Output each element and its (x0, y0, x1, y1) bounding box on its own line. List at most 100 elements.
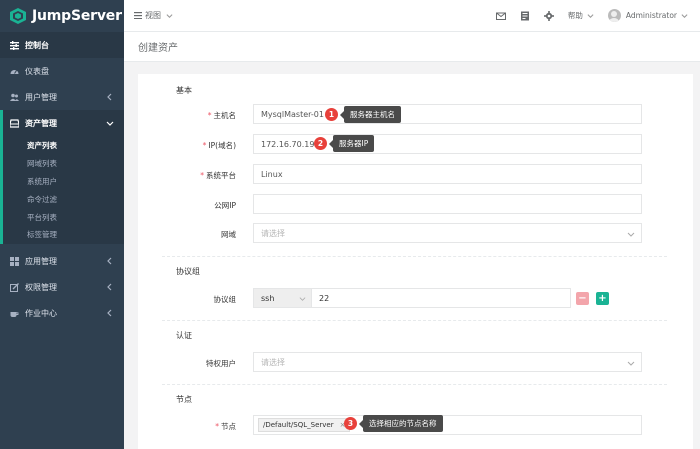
coffee-icon (10, 309, 19, 318)
top-right-tools: 帮助 Administrator (482, 9, 700, 22)
platform-select[interactable]: Linux (253, 164, 642, 184)
admin-user-select[interactable]: 请选择 (253, 352, 642, 372)
ip-label: * IP(域名) (138, 140, 236, 151)
sidebar-subitem-asset-list[interactable]: 资产列表 (3, 136, 124, 154)
node-tooltip: 选择相应的节点名称 (359, 415, 443, 432)
domain-select[interactable]: 请选择 (253, 223, 642, 243)
sidebar-item-permissions[interactable]: 权限管理 (0, 274, 124, 300)
public-ip-label: 公网IP (214, 201, 236, 210)
required-marker: * (215, 422, 219, 431)
app-logo[interactable]: JumpServer (0, 0, 124, 32)
section-divider (162, 384, 667, 385)
avatar (607, 9, 621, 22)
node-label: * 节点 (138, 421, 236, 432)
grid-icon (10, 256, 19, 266)
chevron-left-icon (107, 309, 112, 317)
app-name: JumpServer (32, 8, 122, 24)
sidebar-subitem-system-users[interactable]: 系统用户 (3, 172, 124, 190)
mail-icon[interactable] (495, 11, 506, 21)
protocol-label: 协议组 (213, 295, 237, 304)
sidebar-item-label: 用户管理 (25, 92, 57, 102)
view-menu-label: 视图 (145, 11, 161, 20)
ip-input[interactable]: 172.16.70.191 (253, 134, 642, 154)
sidebar-item-dashboard[interactable]: 仪表盘 (0, 58, 124, 84)
sidebar-subitem-command-filter[interactable]: 命令过滤 (3, 190, 124, 208)
jumpserver-logo-icon (10, 8, 26, 24)
chevron-down-icon (681, 14, 688, 18)
document-icon[interactable] (520, 11, 530, 21)
chevron-down-icon (627, 232, 635, 237)
chevron-down-icon (627, 361, 635, 366)
sidebar-item-label: 控制台 (25, 40, 49, 50)
chevron-down-icon (166, 14, 173, 18)
protocol-port-input[interactable]: 22 (312, 289, 329, 307)
platform-label: * 系统平台 (138, 170, 236, 181)
users-icon (10, 93, 19, 102)
add-protocol-button[interactable]: + (596, 292, 609, 305)
hostname-value: MysqlMaster-01 (261, 109, 324, 119)
ip-value: 172.16.70.191 (261, 139, 320, 149)
chevron-left-icon (107, 283, 112, 291)
chevron-down-icon (106, 121, 114, 126)
sidebar-item-jobs[interactable]: 作业中心 (0, 300, 124, 326)
platform-label-text: 系统平台 (206, 171, 236, 180)
protocol-select[interactable]: ssh (254, 289, 312, 307)
step-badge-1: 1 (325, 108, 338, 121)
required-marker: * (207, 111, 212, 120)
ip-label-text: IP(域名) (208, 141, 236, 150)
section-title-nodes: 节点 (176, 395, 192, 404)
sidebar-item-console[interactable]: 控制台 (0, 32, 124, 58)
top-navbar: 视图 帮助 Administrator (124, 0, 700, 32)
gear-icon[interactable] (543, 10, 554, 21)
ip-tooltip: 服务器IP (328, 135, 375, 152)
sidebar-subitem-label-manage[interactable]: 标签管理 (3, 226, 124, 244)
chevron-down-icon (299, 297, 306, 301)
gauge-icon (10, 67, 19, 76)
protocol-port-value: 22 (319, 293, 330, 303)
node-tag-label: /Default/SQL_Server (263, 421, 334, 429)
sidebar-item-label: 资产管理 (25, 118, 57, 128)
sidebar-subitem-platform-list[interactable]: 平台列表 (3, 208, 124, 226)
domain-placeholder: 请选择 (261, 228, 285, 238)
chevron-left-icon (107, 257, 112, 265)
sidebar-group-assets: 资产管理 资产列表 网域列表 系统用户 命令过滤 平台列表 标签管理 (0, 110, 124, 244)
page-title: 创建资产 (138, 43, 178, 54)
sidebar-item-label: 作业中心 (25, 308, 57, 318)
node-tag: /Default/SQL_Server × (258, 418, 351, 432)
user-name: Administrator (625, 11, 677, 20)
sidebar-item-applications[interactable]: 应用管理 (0, 248, 124, 274)
hostname-label-text: 主机名 (213, 111, 237, 120)
inbox-icon (10, 118, 19, 128)
section-title-protocols: 协议组 (176, 267, 200, 276)
help-menu[interactable]: 帮助 (568, 10, 594, 21)
chevron-left-icon (107, 93, 112, 101)
page-header: 创建资产 (124, 32, 700, 62)
sidebar-item-label: 仪表盘 (25, 66, 49, 76)
chevron-down-icon (587, 14, 594, 18)
node-multiselect[interactable]: /Default/SQL_Server × (253, 415, 642, 435)
node-label-text: 节点 (221, 422, 236, 431)
dashboard-icon (10, 40, 19, 50)
section-divider (162, 256, 667, 257)
sidebar-subitem-domain-list[interactable]: 网域列表 (3, 154, 124, 172)
admin-user-placeholder: 请选择 (261, 357, 285, 367)
section-divider (162, 320, 667, 321)
step-badge-3: 3 (344, 417, 357, 430)
sidebar: JumpServer 控制台 仪表盘 用户管理 资产管理 资产列表 网域列表 系… (0, 0, 124, 449)
hostname-input[interactable]: MysqlMaster-01 (253, 104, 642, 124)
help-label: 帮助 (567, 11, 583, 20)
public-ip-input[interactable] (253, 194, 642, 214)
sidebar-item-users[interactable]: 用户管理 (0, 84, 124, 110)
hostname-label: * 主机名 (138, 110, 236, 121)
asset-create-form: 基本 * 主机名 MysqlMaster-01 1 服务器主机名 * IP(域名) … (138, 74, 693, 449)
platform-value: Linux (261, 169, 283, 179)
remove-protocol-button[interactable]: − (576, 292, 589, 305)
required-marker: * (200, 171, 204, 180)
hostname-tooltip: 服务器主机名 (340, 106, 401, 123)
view-menu[interactable]: 视图 (134, 10, 173, 21)
user-menu[interactable]: Administrator (607, 9, 688, 22)
sidebar-item-assets[interactable]: 资产管理 (3, 110, 124, 136)
section-title-basic: 基本 (176, 86, 192, 95)
section-title-auth: 认证 (176, 331, 192, 340)
edit-icon (10, 282, 19, 292)
